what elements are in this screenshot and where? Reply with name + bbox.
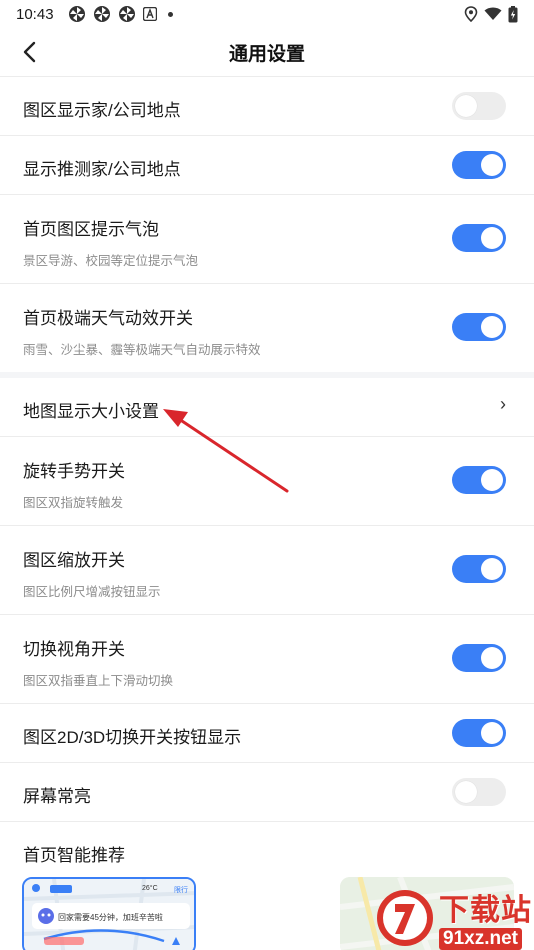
toggle-switch[interactable] — [452, 466, 506, 494]
toggle-switch[interactable] — [452, 92, 506, 120]
setting-description: 图区双指垂直上下滑动切换 — [23, 674, 174, 688]
status-time: 10:43 — [16, 5, 54, 23]
toggle-knob — [455, 781, 477, 803]
recommend-tip: 回家需要45分钟，加班辛苦啦 — [58, 913, 163, 922]
toggle-switch[interactable] — [452, 719, 506, 747]
setting-description: 图区比例尺增减按钮显示 — [23, 585, 161, 599]
setting-label: 屏幕常亮 — [23, 787, 91, 806]
toggle-switch[interactable] — [452, 555, 506, 583]
setting-description: 雨雪、沙尘暴、霾等极端天气自动展示特效 — [23, 343, 261, 357]
toggle-knob — [481, 558, 503, 580]
toggle-switch[interactable] — [452, 224, 506, 252]
toggle-knob — [481, 469, 503, 491]
setting-2d-3d-button[interactable]: 图区2D/3D切换开关按钮显示 — [0, 703, 534, 762]
notification-dot-icon — [167, 11, 173, 17]
toggle-switch[interactable] — [452, 313, 506, 341]
toggle-knob — [481, 647, 503, 669]
setting-show-home-company[interactable]: 图区显示家/公司地点 — [0, 76, 534, 135]
traffic-restriction: 限行 — [174, 887, 188, 894]
setting-label: 图区显示家/公司地点 — [23, 101, 181, 120]
setting-label: 首页智能推荐 — [23, 846, 125, 865]
pinwheel-icon — [68, 6, 85, 22]
watermark-url: 91xz.net — [439, 928, 522, 950]
setting-description: 景区导游、校园等定位提示气泡 — [23, 254, 199, 268]
setting-show-inferred-home-company[interactable]: 显示推测家/公司地点 — [0, 135, 534, 194]
battery-charging-icon — [508, 5, 518, 22]
toggle-switch[interactable] — [452, 644, 506, 672]
weather-temperature: 26°C — [142, 885, 158, 892]
setting-view-angle[interactable]: 切换视角开关 图区双指垂直上下滑动切换 — [0, 614, 534, 703]
toggle-knob — [455, 95, 477, 117]
setting-label: 地图显示大小设置 — [23, 402, 159, 421]
watermark-logo-icon — [377, 890, 433, 946]
toggle-knob — [481, 154, 503, 176]
setting-rotate-gesture[interactable]: 旋转手势开关 图区双指旋转触发 — [0, 436, 534, 525]
wifi-icon — [484, 7, 502, 20]
site-watermark: 下载站 91xz.net — [373, 886, 532, 950]
recommend-option-left[interactable]: 26°C 限行 回家需要45分钟，加班辛苦啦 — [22, 877, 196, 950]
chevron-right-icon: › — [500, 394, 506, 414]
setting-map-display-size[interactable]: 地图显示大小设置 › — [0, 378, 534, 436]
toggle-switch[interactable] — [452, 151, 506, 179]
setting-label: 首页图区提示气泡 — [23, 220, 159, 239]
pinwheel-icon — [93, 6, 110, 22]
back-button[interactable] — [16, 38, 44, 66]
toggle-knob — [481, 227, 503, 249]
watermark-text: 下载站 91xz.net — [439, 894, 532, 950]
page-title: 通用设置 — [228, 43, 305, 65]
setting-label: 切换视角开关 — [23, 640, 125, 659]
pinwheel-icon — [118, 6, 135, 22]
toggle-knob — [481, 722, 503, 744]
setting-label: 首页极端天气动效开关 — [23, 309, 193, 328]
setting-description: 图区双指旋转触发 — [23, 496, 124, 510]
setting-label: 图区缩放开关 — [23, 551, 125, 570]
app-header: 通用设置 — [0, 28, 534, 76]
chevron-left-icon — [23, 41, 36, 63]
setting-screen-always-on[interactable]: 屏幕常亮 — [0, 762, 534, 821]
status-right-icons — [464, 5, 518, 23]
setting-label: 旋转手势开关 — [23, 462, 125, 481]
settings-list: 图区显示家/公司地点 显示推测家/公司地点 首页图区提示气泡 景区导游、校园等定… — [0, 76, 534, 871]
status-bar: 10:43 — [0, 0, 534, 28]
status-left-icons — [68, 5, 173, 23]
toggle-switch[interactable] — [452, 778, 506, 806]
setting-label: 显示推测家/公司地点 — [23, 160, 181, 179]
recommend-thumbnails: 26°C 限行 回家需要45分钟，加班辛苦啦 下载站 91xz.net — [0, 875, 534, 950]
setting-zoom-switch[interactable]: 图区缩放开关 图区比例尺增减按钮显示 — [0, 525, 534, 614]
setting-label: 图区2D/3D切换开关按钮显示 — [23, 728, 242, 747]
app-a-icon — [142, 7, 157, 21]
location-icon — [464, 6, 478, 22]
setting-smart-recommend: 首页智能推荐 — [0, 821, 534, 871]
toggle-knob — [481, 316, 503, 338]
watermark-title: 下载站 — [439, 894, 532, 927]
setting-homepage-bubble[interactable]: 首页图区提示气泡 景区导游、校园等定位提示气泡 — [0, 194, 534, 283]
setting-extreme-weather[interactable]: 首页极端天气动效开关 雨雪、沙尘暴、霾等极端天气自动展示特效 — [0, 283, 534, 372]
